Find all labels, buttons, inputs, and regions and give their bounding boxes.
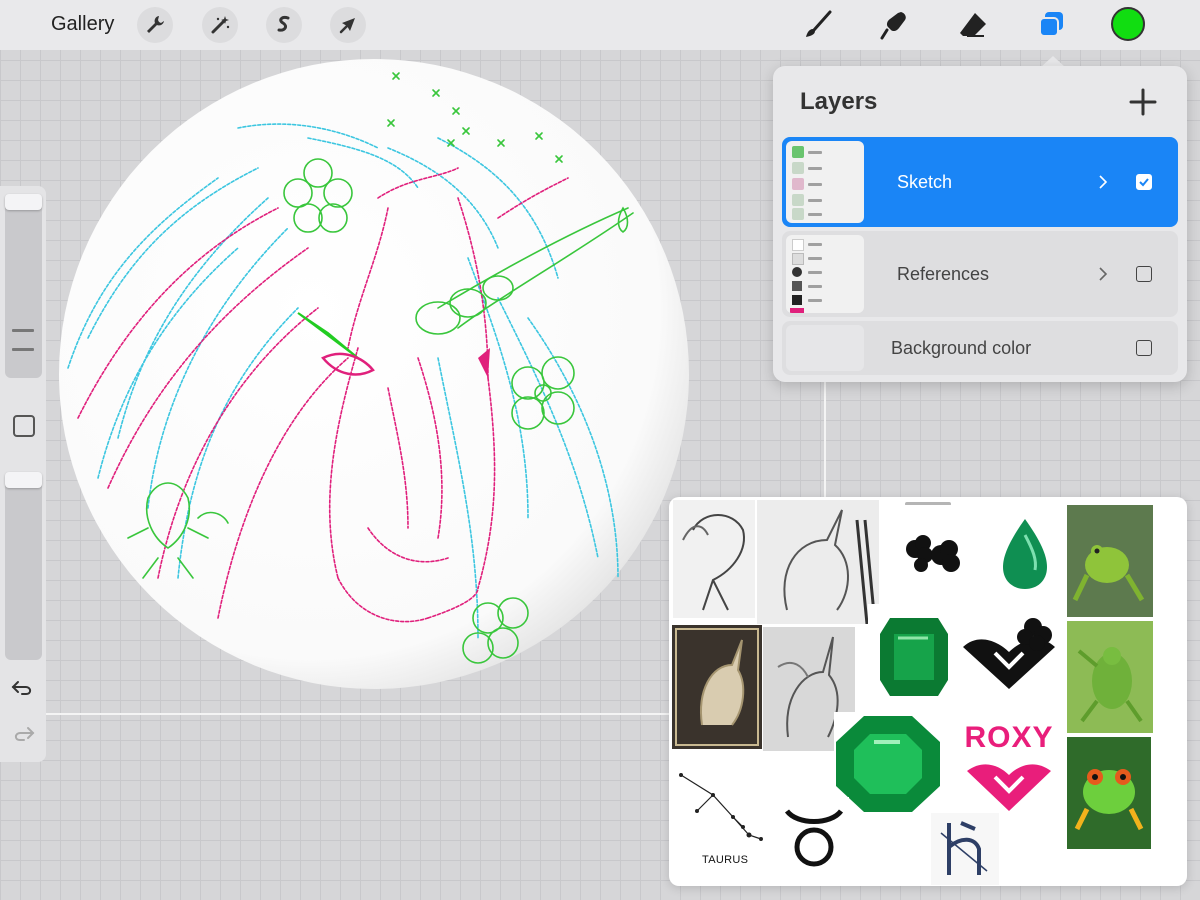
ref-emerald-cut-gem[interactable] bbox=[868, 604, 960, 708]
reference-panel: ROXY TAURUS bbox=[669, 497, 1187, 886]
visibility-checkbox-background[interactable] bbox=[1136, 340, 1152, 356]
layer-thumbnail bbox=[786, 141, 864, 223]
layer-row-references[interactable]: References bbox=[782, 231, 1178, 317]
ref-roxy-logo-black[interactable] bbox=[959, 607, 1059, 697]
canvas-circle bbox=[59, 59, 689, 689]
ref-emerald-teardrop[interactable] bbox=[985, 505, 1065, 597]
color-picker-button[interactable] bbox=[1111, 7, 1145, 41]
ref-emerald-octagon[interactable] bbox=[834, 712, 942, 816]
brush-size-thumb[interactable] bbox=[5, 194, 42, 210]
ref-unicorn-art-nouveau[interactable] bbox=[672, 625, 762, 749]
layers-panel: Layers Sketch References Background colo… bbox=[773, 66, 1187, 382]
slider-divider bbox=[12, 348, 34, 351]
magic-wand-icon[interactable] bbox=[202, 7, 238, 43]
top-toolbar: Gallery bbox=[0, 0, 1200, 50]
checkmark-icon bbox=[1139, 178, 1149, 187]
slider-divider bbox=[12, 329, 34, 332]
layer-name-references: References bbox=[897, 264, 990, 284]
ref-unicorn-pencil-drawing[interactable] bbox=[757, 500, 879, 624]
ref-tree-frog-closeup[interactable] bbox=[1067, 737, 1151, 849]
ref-taurus-symbol[interactable] bbox=[779, 797, 849, 877]
ref-roxy-logo-pink[interactable]: ROXY bbox=[957, 717, 1061, 817]
layers-title: Layers bbox=[800, 88, 878, 115]
layer-row-sketch[interactable]: Sketch bbox=[782, 137, 1178, 227]
taurus-label: TAURUS bbox=[702, 854, 749, 866]
add-layer-icon[interactable] bbox=[1129, 88, 1157, 116]
layer-name-sketch: Sketch bbox=[897, 172, 953, 192]
transform-arrow-icon[interactable] bbox=[330, 7, 366, 43]
brush-icon[interactable] bbox=[800, 7, 836, 43]
chevron-right-icon[interactable] bbox=[1098, 174, 1108, 190]
canvas-guide-horizontal bbox=[0, 713, 680, 715]
gallery-button[interactable]: Gallery bbox=[51, 13, 114, 36]
eraser-icon[interactable] bbox=[955, 7, 991, 43]
ref-gothic-monogram[interactable] bbox=[931, 813, 999, 885]
left-sidebar bbox=[0, 186, 46, 762]
layer-row-background-color[interactable]: Background color bbox=[782, 321, 1178, 375]
visibility-checkbox-references[interactable] bbox=[1136, 266, 1152, 282]
layer-name-background: Background color bbox=[891, 338, 1032, 358]
opacity-slider[interactable] bbox=[5, 472, 42, 660]
wrench-icon[interactable] bbox=[137, 7, 173, 43]
layer-thumbnail bbox=[786, 235, 864, 313]
modify-button[interactable] bbox=[13, 415, 35, 437]
opacity-thumb[interactable] bbox=[5, 472, 42, 488]
selection-icon[interactable] bbox=[266, 7, 302, 43]
ref-tree-frog-leaf[interactable] bbox=[1067, 621, 1153, 733]
background-color-swatch bbox=[786, 325, 864, 371]
layers-icon[interactable] bbox=[1033, 7, 1069, 43]
ref-tree-frog-photo[interactable] bbox=[1067, 505, 1153, 617]
smudge-icon[interactable] bbox=[877, 7, 913, 43]
chevron-right-icon[interactable] bbox=[1098, 266, 1108, 282]
drawing-canvas[interactable] bbox=[58, 58, 690, 690]
undo-icon[interactable] bbox=[10, 676, 36, 698]
ref-hibiscus-silhouettes[interactable] bbox=[881, 505, 975, 595]
visibility-checkbox-sketch[interactable] bbox=[1136, 174, 1152, 190]
ref-horse-sketch[interactable] bbox=[673, 500, 755, 618]
redo-icon[interactable] bbox=[10, 722, 36, 744]
